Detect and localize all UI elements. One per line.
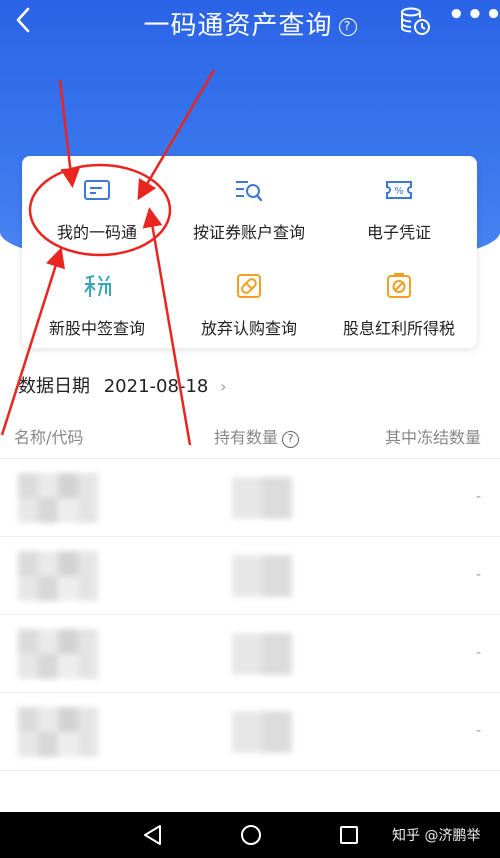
- tax-char-icon: [84, 275, 111, 297]
- top-bar: 一码通资产查询? •••: [0, 0, 500, 44]
- svg-text:%: %: [394, 186, 404, 197]
- help-icon[interactable]: ?: [338, 18, 357, 36]
- date-value: 2021-08-18: [103, 376, 209, 397]
- pill-icon: [237, 274, 261, 298]
- service-ipo-lottery[interactable]: 新股中签查询: [22, 252, 172, 342]
- chevron-right-icon: ›: [220, 377, 227, 396]
- column-header-frozen: 其中冻结数量: [385, 428, 482, 447]
- redacted-name: [18, 707, 98, 757]
- row-divider: [0, 770, 500, 771]
- nav-home-icon[interactable]: [238, 822, 264, 848]
- service-label: 按证券账户查询: [192, 223, 305, 242]
- ticket-percent-icon: %: [386, 181, 412, 199]
- redacted-quantity: [232, 555, 292, 597]
- nav-recent-icon[interactable]: [336, 822, 362, 848]
- page-title: 一码通资产查询: [143, 11, 333, 41]
- system-nav-bar: 知乎 @济鹏举: [0, 812, 500, 858]
- table-row[interactable]: -: [0, 459, 500, 537]
- service-label: 股息红利所得税: [342, 319, 455, 338]
- service-abandon-subscription[interactable]: 放弃认购查询: [174, 252, 324, 342]
- card-icon: [84, 180, 110, 200]
- service-label: 电子凭证: [366, 223, 431, 242]
- column-header-quantity: 持有数量?: [214, 424, 300, 448]
- data-date-selector[interactable]: 数据日期 2021-08-18 ›: [18, 372, 226, 398]
- date-label: 数据日期: [18, 376, 90, 397]
- frozen-quantity: -: [476, 645, 482, 661]
- service-my-yimatong[interactable]: 我的一码通: [22, 156, 172, 246]
- database-clock-icon: [401, 7, 430, 35]
- redacted-name: [18, 629, 98, 679]
- watermark: 知乎 @济鹏举: [392, 828, 481, 844]
- redacted-name: [18, 473, 98, 523]
- frozen-quantity: -: [476, 489, 482, 505]
- nav-back-icon[interactable]: [140, 822, 166, 848]
- no-entry-icon: [387, 273, 411, 298]
- service-dividend-tax[interactable]: 股息红利所得税: [324, 252, 474, 342]
- service-label: 新股中签查询: [48, 319, 145, 338]
- table-row[interactable]: -: [0, 693, 500, 771]
- frozen-quantity: -: [476, 567, 482, 583]
- redacted-quantity: [232, 477, 292, 519]
- services-card: 我的一码通 按证券账户查询 % 电子凭证 新股中签查询 放弃认购查询 股息红利所…: [22, 156, 477, 348]
- redacted-quantity: [232, 633, 292, 675]
- redacted-name: [18, 551, 98, 601]
- records-button[interactable]: [398, 4, 432, 38]
- redacted-quantity: [232, 711, 292, 753]
- table-row[interactable]: -: [0, 615, 500, 693]
- help-icon[interactable]: ?: [282, 431, 300, 448]
- service-label: 我的一码通: [56, 223, 137, 242]
- column-header-name: 名称/代码: [14, 428, 84, 447]
- service-by-account[interactable]: 按证券账户查询: [174, 156, 324, 246]
- list-search-icon: [236, 181, 263, 202]
- service-label: 放弃认购查询: [200, 319, 297, 338]
- more-button[interactable]: •••: [448, 2, 500, 34]
- table-row[interactable]: -: [0, 537, 500, 615]
- service-e-certificate[interactable]: % 电子凭证: [324, 156, 474, 246]
- frozen-quantity: -: [476, 723, 482, 739]
